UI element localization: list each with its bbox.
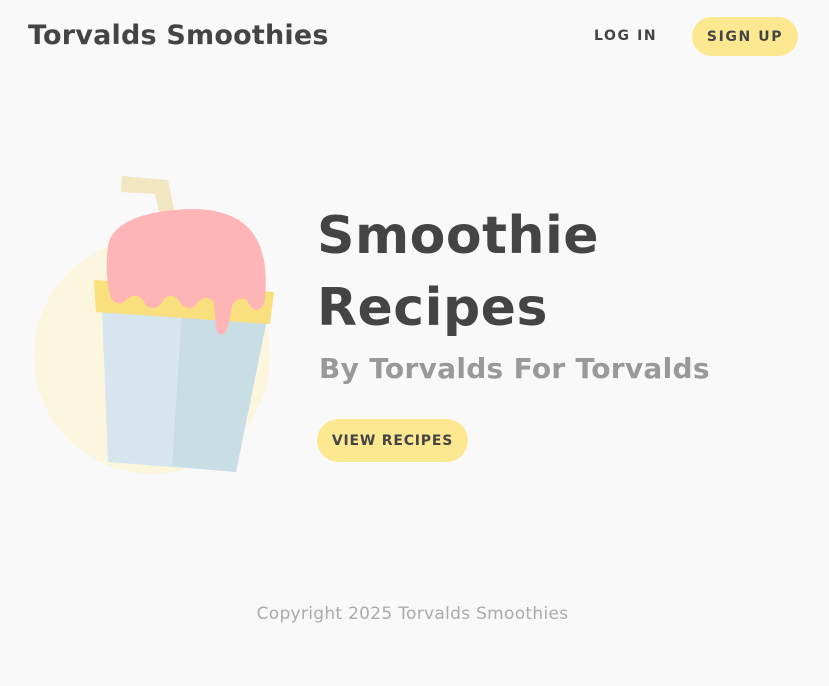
login-link[interactable]: LOG IN (594, 28, 657, 44)
navbar: Torvalds Smoothies LOG IN SIGN UP (0, 0, 829, 78)
view-recipes-button[interactable]: VIEW RECIPES (317, 419, 468, 462)
hero-title-line-1: Smoothie (317, 206, 600, 266)
hero-subtitle: By Torvalds For Torvalds (319, 352, 710, 385)
signup-button[interactable]: SIGN UP (692, 17, 798, 56)
hero-title: Smoothie Recipes (317, 200, 599, 344)
brand-logo-text[interactable]: Torvalds Smoothies (28, 20, 329, 51)
footer-copyright: Copyright 2025 Torvalds Smoothies (256, 604, 569, 624)
hero-title-line-2: Recipes (317, 278, 548, 338)
smoothie-cup-icon (30, 170, 280, 480)
